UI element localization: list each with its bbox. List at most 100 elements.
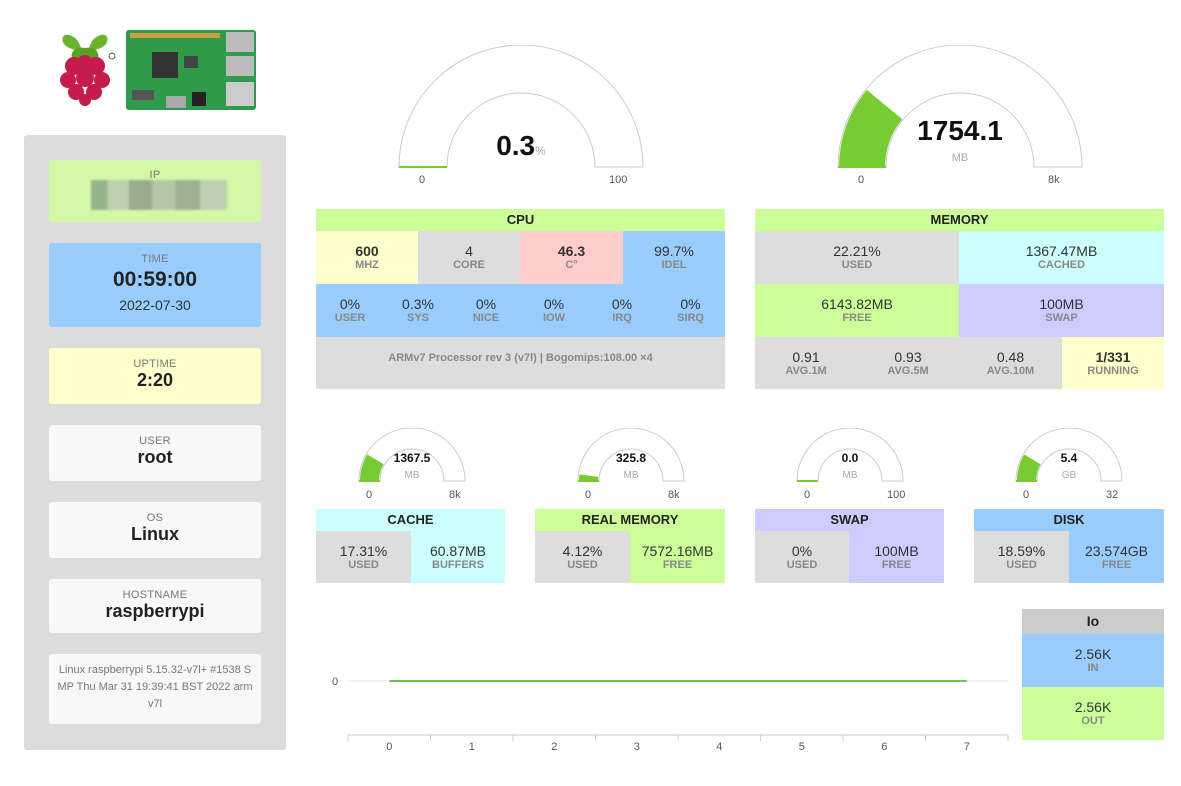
io-out: 2.56K OUT — [1022, 687, 1164, 740]
cpu-gauge: 0.3% 0 100 — [390, 45, 652, 190]
uptime-label: UPTIME — [133, 358, 177, 370]
cache-used-label: USED — [348, 559, 379, 571]
swap-gauge-unit: MB — [842, 470, 858, 481]
network-chart: 0 0 1 2 3 4 5 6 7 — [332, 676, 1009, 753]
real_memory-gauge-min: 0 — [585, 489, 592, 501]
memory-gauge-unit: MB — [951, 152, 969, 164]
cache-used: 17.31% USED — [316, 531, 411, 583]
real-memory-used-value: 4.12% — [562, 543, 603, 559]
user-label: USER — [139, 435, 171, 447]
cpu-iow-label: IOW — [543, 312, 565, 324]
cpu-gauge-value: 0.3% — [496, 130, 546, 161]
cpu-idle-label: IDEL — [661, 259, 687, 271]
cpu-irq-label: IRQ — [612, 312, 632, 324]
disk-free-value: 23.574GB — [1084, 543, 1149, 559]
x-tick-label: 1 — [469, 741, 475, 753]
disk-title: DISK — [974, 509, 1164, 531]
cpu-irq: 0% IRQ — [588, 284, 656, 337]
cache-gauge-max: 8k — [449, 489, 461, 501]
os-label: OS — [146, 512, 164, 524]
load-avg-1m: 0.91 AVG.1M — [755, 337, 857, 389]
raspberry-pi-board-image — [126, 30, 256, 110]
cpu-sirq-label: SIRQ — [677, 312, 704, 324]
swap-gauge-max: 100 — [887, 489, 906, 501]
cpu-temp-value: 46.3 — [557, 243, 586, 259]
cpu-mhz-label: MHz — [355, 259, 379, 271]
memory-free: 6143.82MB FREE — [755, 284, 959, 337]
real-memory-free-value: 7572.16MB — [641, 543, 714, 559]
memory-swap: 100MB SWAP — [959, 284, 1164, 337]
cpu-iow: 0% IOW — [520, 284, 588, 337]
cpu-cores: 4 CORE — [418, 231, 520, 284]
x-tick-label: 2 — [551, 741, 557, 753]
running-processes-value: 1/331 — [1095, 349, 1131, 365]
load-avg-1m-label: AVG.1M — [785, 365, 827, 377]
cache-gauge-min: 0 — [366, 489, 373, 501]
os-value: Linux — [131, 524, 179, 544]
real-memory-title: REAL MEMORY — [535, 509, 725, 531]
io-in-label: IN — [1087, 662, 1099, 674]
time-label: TIME — [141, 253, 169, 265]
io-title: Io — [1022, 609, 1164, 634]
memory-used-label: USED — [841, 259, 873, 271]
cpu-irq-value: 0% — [611, 296, 633, 312]
hostname-value: raspberrypi — [105, 601, 205, 621]
io-out-value: 2.56K — [1074, 699, 1112, 715]
ip-card: IP — [49, 160, 261, 222]
cpu-gauge-unit: % — [535, 144, 546, 158]
memory-gauge: 1754.1 MB 0 8k — [829, 45, 1091, 190]
x-tick-label: 3 — [634, 741, 640, 753]
cache-buffers-label: BUFFERS — [432, 559, 484, 571]
cpu-iow-value: 0% — [543, 296, 565, 312]
swap-free-value: 100MB — [874, 543, 919, 559]
memory-swap-value: 100MB — [1039, 296, 1084, 312]
cpu-cores-label: CORE — [453, 259, 485, 271]
disk-gauge-max: 32 — [1106, 489, 1119, 501]
swap-free-label: FREE — [881, 559, 912, 571]
disk-used: 18.59% USED — [974, 531, 1069, 583]
real_memory-gauge-value: 325.8 — [615, 451, 647, 465]
memory-used: 22.21% USED — [755, 231, 959, 284]
memory-used-value: 22.21% — [833, 243, 881, 259]
memory-gauge-value: 1754.1 — [917, 115, 1003, 146]
memory-gauge-min: 0 — [858, 174, 865, 186]
memory-free-value: 6143.82MB — [821, 296, 893, 312]
real-memory-free: 7572.16MB FREE — [630, 531, 725, 583]
memory-free-label: FREE — [842, 312, 872, 324]
y-tick-label: 0 — [332, 676, 338, 688]
swap-used: 0% USED — [755, 531, 849, 583]
kernel-info: Linux raspberrypi 5.15.32-v7l+ #1538 SMP… — [57, 664, 253, 710]
cpu-user-label: USER — [334, 312, 366, 324]
cpu-sirq: 0% SIRQ — [656, 284, 725, 337]
date-value: 2022-07-30 — [119, 297, 191, 313]
cpu-gauge-svg — [398, 45, 644, 168]
disk-gauge-unit: GB — [1061, 470, 1077, 481]
cpu-idle: 99.7% IDEL — [623, 231, 725, 284]
load-avg-5m-value: 0.93 — [894, 349, 922, 365]
cpu-user-value: 0% — [339, 296, 361, 312]
sidebar: IP TIME 00:59:00 2022-07-30 UPTIME 2:20 … — [24, 135, 286, 750]
disk-used-label: USED — [1006, 559, 1037, 571]
swap-used-label: USED — [786, 559, 818, 571]
cache-title: CACHE — [316, 509, 505, 531]
swap-used-value: 0% — [791, 543, 813, 559]
disk-gauge-min: 0 — [1023, 489, 1030, 501]
user-value: root — [137, 447, 173, 467]
running-processes: 1/331 RUNNING — [1062, 337, 1164, 389]
x-tick-label: 4 — [716, 741, 722, 753]
real-memory-gauge: 325.8 MB 0 8k — [571, 428, 691, 504]
swap-title: SWAP — [755, 509, 944, 531]
ip-label: IP — [149, 169, 161, 181]
cache-panel: CACHE 17.31% USED 60.87MB BUFFERS — [316, 509, 505, 583]
cpu-temp: 46.3 C° — [520, 231, 623, 284]
real-memory-used-label: USED — [567, 559, 598, 571]
disk-used-value: 18.59% — [997, 543, 1046, 559]
uptime-card: UPTIME 2:20 — [49, 348, 261, 404]
cache-gauge-value: 1367.5 — [393, 451, 431, 465]
memory-cached-value: 1367.47MB — [1025, 243, 1098, 259]
cpu-title: CPU — [316, 209, 725, 231]
io-in: 2.56K IN — [1022, 634, 1164, 687]
cpu-sys: 0.3% SYS — [384, 284, 452, 337]
cpu-idle-value: 99.7% — [654, 243, 694, 259]
memory-cached-label: CACHED — [1037, 259, 1086, 271]
